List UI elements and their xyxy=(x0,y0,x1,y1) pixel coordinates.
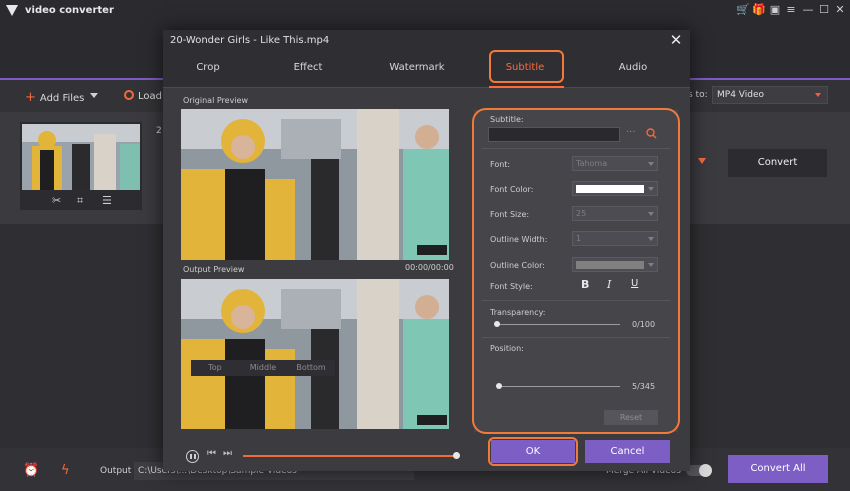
dialog-header: 20-Wonder Girls - Like This.mp4 ✕ xyxy=(163,30,690,54)
convert-button[interactable]: Convert xyxy=(728,149,827,177)
panel-divider xyxy=(482,300,670,301)
subtitle-label: Subtitle: xyxy=(490,115,524,124)
italic-button[interactable]: I xyxy=(607,278,611,291)
position-slider[interactable] xyxy=(498,386,620,387)
file-item[interactable]: ✂ ⌗ ☰ xyxy=(20,122,142,210)
original-preview-video xyxy=(181,109,449,260)
position-label: Position: xyxy=(490,344,524,353)
tab-crop[interactable]: Crop xyxy=(168,62,248,73)
next-frame-icon[interactable]: ⏭ xyxy=(223,448,232,459)
transparency-slider-handle[interactable] xyxy=(494,321,500,327)
font-select[interactable]: Tahoma xyxy=(572,156,658,171)
convert-to-label: s to: xyxy=(688,90,708,100)
browse-more-icon[interactable]: ··· xyxy=(626,127,636,138)
subtitle-file-input[interactable] xyxy=(488,127,620,142)
font-color-label: Font Color: xyxy=(490,185,534,194)
close-icon[interactable]: ✕ xyxy=(833,3,847,17)
output-format-select[interactable]: MP4 Video xyxy=(712,86,828,104)
add-files-button[interactable]: + Add Files xyxy=(25,90,84,105)
dialog-title: 20-Wonder Girls - Like This.mp4 xyxy=(170,35,330,46)
bold-button[interactable]: B xyxy=(581,278,589,291)
menu-icon[interactable]: ≡ xyxy=(784,3,798,17)
chevron-down-icon xyxy=(815,93,821,97)
font-color-swatch xyxy=(576,185,644,193)
video-thumbnail xyxy=(22,124,140,190)
trim-icon[interactable]: ✂ xyxy=(52,194,61,207)
font-color-select[interactable] xyxy=(572,181,658,196)
font-size-select[interactable]: 25 xyxy=(572,206,658,221)
minimize-icon[interactable]: — xyxy=(801,3,815,17)
outline-color-select[interactable] xyxy=(572,257,658,272)
gift-icon[interactable]: 🎁 xyxy=(752,3,766,17)
add-files-dropdown-icon[interactable] xyxy=(90,93,98,98)
position-top-option[interactable]: Top xyxy=(191,363,239,372)
transparency-value: 0/100 xyxy=(632,320,656,329)
thumbnail-tools: ✂ ⌗ ☰ xyxy=(20,192,142,210)
transparency-slider[interactable] xyxy=(498,324,620,325)
panel-divider xyxy=(482,148,670,149)
position-selector: Top Middle Bottom xyxy=(191,360,335,376)
convert-all-button[interactable]: Convert All xyxy=(728,455,828,483)
reset-button[interactable]: Reset xyxy=(604,410,658,425)
position-bottom-option[interactable]: Bottom xyxy=(287,363,335,372)
tab-watermark[interactable]: Watermark xyxy=(377,62,457,73)
tab-effect[interactable]: Effect xyxy=(268,62,348,73)
cancel-button[interactable]: Cancel xyxy=(585,440,670,463)
output-preview-video xyxy=(181,279,449,429)
file-index: 2 xyxy=(156,126,162,136)
output-preview-label: Output Preview xyxy=(183,265,245,274)
playback-progress[interactable] xyxy=(243,455,455,457)
outline-color-label: Outline Color: xyxy=(490,261,545,270)
dialog-close-icon[interactable]: ✕ xyxy=(669,33,683,48)
app-logo-icon xyxy=(6,5,18,16)
position-middle-option[interactable]: Middle xyxy=(239,363,287,372)
search-subtitle-icon[interactable] xyxy=(646,128,657,139)
maximize-icon[interactable]: ☐ xyxy=(817,3,831,17)
ok-button-highlight xyxy=(488,437,578,466)
tab-audio[interactable]: Audio xyxy=(593,62,673,73)
output-label: Output xyxy=(100,466,132,476)
playback-progress-handle[interactable] xyxy=(453,452,460,459)
position-slider-handle[interactable] xyxy=(496,383,502,389)
active-tab-highlight xyxy=(489,50,564,83)
original-preview-label: Original Preview xyxy=(183,96,248,105)
crop-icon[interactable]: ⌗ xyxy=(77,194,83,208)
panel-divider xyxy=(482,337,670,338)
edit-dialog: 20-Wonder Girls - Like This.mp4 ✕ Crop E… xyxy=(163,30,690,471)
app-titlebar: video converter 🛒 🎁 ▣ ≡ — ☐ ✕ xyxy=(0,0,850,22)
schedule-icon[interactable]: ⏰ xyxy=(23,463,39,478)
plus-icon: + xyxy=(25,90,36,105)
font-size-label: Font Size: xyxy=(490,210,530,219)
target-format-dropdown-icon[interactable] xyxy=(698,158,706,164)
position-value: 5/345 xyxy=(632,382,656,391)
transparency-label: Transparency: xyxy=(490,308,546,317)
load-button[interactable]: Load xyxy=(124,90,162,102)
pause-button[interactable] xyxy=(186,450,199,463)
disc-icon xyxy=(124,90,134,100)
gpu-accel-icon[interactable]: ϟ xyxy=(61,463,70,478)
app-title: video converter xyxy=(25,5,114,16)
outline-width-label: Outline Width: xyxy=(490,235,548,244)
effects-icon[interactable]: ☰ xyxy=(102,194,112,207)
outline-color-swatch xyxy=(576,261,644,269)
edit-tabs: Crop Effect Watermark Subtitle Audio xyxy=(163,54,690,88)
active-tab-underline xyxy=(489,86,564,88)
cart-icon[interactable]: 🛒 xyxy=(736,3,750,17)
chat-icon[interactable]: ▣ xyxy=(768,3,782,17)
previous-frame-icon[interactable]: ⏮ xyxy=(207,448,216,459)
underline-button[interactable]: U xyxy=(631,278,638,289)
time-display: 00:00/00:00 xyxy=(405,263,454,272)
font-label: Font: xyxy=(490,160,511,169)
font-style-label: Font Style: xyxy=(490,282,533,291)
outline-width-select[interactable]: 1 xyxy=(572,231,658,246)
